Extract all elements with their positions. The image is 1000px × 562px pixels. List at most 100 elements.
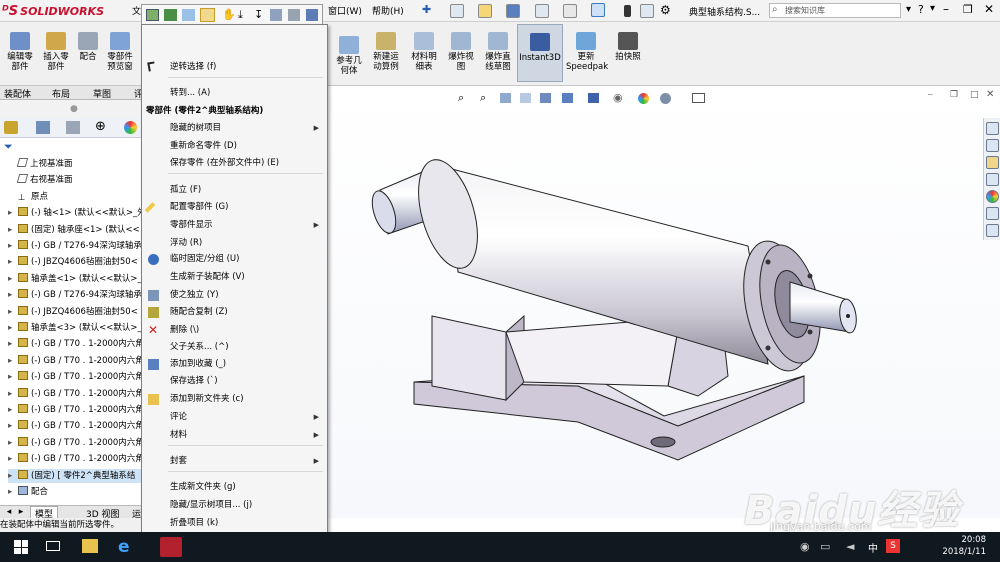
menu-item[interactable]: 临时固定/分组 (U) [142, 251, 327, 268]
expand-arrow-icon[interactable]: ▸ [8, 223, 18, 237]
network-icon[interactable]: ◉ [800, 540, 810, 553]
graphics-area[interactable]: ⌕ ⌕ ◉ ⎯ ❐ □ ✕ [328, 86, 1000, 518]
custom-properties-icon[interactable] [986, 207, 999, 220]
forum-icon[interactable] [986, 224, 999, 237]
menu-item[interactable]: 生成新文件夹 (g) [142, 479, 327, 496]
hide-icon[interactable]: ✋ [222, 8, 236, 21]
isolate-icon[interactable]: ↧ [254, 8, 263, 21]
properties-icon[interactable] [306, 9, 318, 21]
menu-item[interactable]: 配置零部件 (G) [142, 199, 327, 216]
edit-part-button[interactable]: 编辑零 部件 [3, 32, 37, 72]
expand-arrow-icon[interactable]: ▸ [8, 321, 18, 335]
ie-icon[interactable]: e [118, 537, 130, 557]
expand-arrow-icon[interactable]: ▸ [8, 288, 18, 302]
expand-arrow-icon[interactable]: ▸ [8, 255, 18, 269]
menu-item[interactable]: 父子关系... (^) [142, 339, 327, 356]
edit-part-context-icon[interactable] [146, 9, 159, 21]
file-explorer-icon[interactable] [986, 156, 999, 169]
rebuild-icon[interactable] [624, 5, 631, 17]
tree-item-part[interactable]: ▸ (-) GB / T70 . 1-2000内六角 [8, 419, 148, 433]
exploded-view-button[interactable]: 爆炸视 图 [443, 32, 479, 72]
restore-icon[interactable]: ❐ [963, 3, 973, 16]
tree-item-part[interactable]: ▸ (-) GB / T70 . 1-2000内六角 [8, 354, 148, 368]
expand-arrow-icon[interactable]: ▸ [8, 419, 18, 433]
instant3d-button[interactable]: Instant3D [517, 24, 563, 82]
menu-item[interactable]: 添加到新文件夹 (c) [142, 391, 327, 408]
menu-item[interactable]: 使之独立 (Y) [142, 287, 327, 304]
expand-arrow-icon[interactable]: ▸ [8, 206, 18, 220]
tree-item-part[interactable]: ▸ (-) GB / T70 . 1-2000内六角 [8, 452, 148, 466]
tab-scroll-left[interactable]: ◂ [4, 507, 14, 517]
tab-assembly[interactable]: 装配体 [4, 87, 31, 100]
search-input[interactable]: 搜索知识库 [769, 3, 901, 18]
dimxpert-tab-icon[interactable]: ⊕ [95, 119, 106, 134]
solidworks-taskbar-icon[interactable] [160, 537, 182, 557]
select-icon[interactable] [591, 3, 605, 17]
tree-item-origin[interactable]: ⊥ 原点 [8, 190, 148, 204]
sogou-icon[interactable]: S [886, 539, 900, 553]
ime-indicator[interactable]: 中 [868, 540, 878, 555]
search-dropdown-icon[interactable]: ▾ [906, 4, 911, 15]
tree-item-part[interactable]: ▸ 轴承盖<1> (默认<<默认>_ [8, 272, 148, 286]
design-library-icon[interactable] [986, 139, 999, 152]
tree-item-part[interactable]: ▸ (-) GB / T70 . 1-2000内六角 [8, 337, 148, 351]
tree-item-mates[interactable]: ▸ 配合 [8, 485, 148, 499]
expand-arrow-icon[interactable]: ▸ [8, 469, 18, 483]
snapshot-button[interactable]: 拍快照 [610, 32, 646, 62]
expand-arrow-icon[interactable]: ▸ [8, 485, 18, 499]
minimize-icon[interactable]: – [943, 2, 949, 16]
menu-item[interactable]: 随配合复制 (Z) [142, 304, 327, 321]
menu-item[interactable]: 浮动 (R) [142, 235, 327, 252]
tree-item-part[interactable]: ▸ (固定) [ 零件2^典型轴系结 [8, 468, 148, 483]
tree-item-part[interactable]: ▸ (-) GB / T276-94深沟球轴承 [8, 239, 148, 253]
mate-button[interactable]: 配合 [74, 32, 102, 62]
tree-item-part[interactable]: ▸ 轴承盖<3> (默认<<默认>_ [8, 321, 148, 335]
mate-context-icon[interactable] [270, 9, 282, 21]
file-props-icon[interactable] [640, 4, 654, 18]
menu-item[interactable]: 评论 ▶ [142, 409, 327, 426]
menu-item[interactable]: 保存零件 (在外部文件中) (E) [142, 155, 327, 172]
tree-item-part[interactable]: ▸ (-) GB / T70 . 1-2000内六角 [8, 387, 148, 401]
featuremanager-tab-icon[interactable] [4, 121, 18, 134]
expand-arrow-icon[interactable]: ▸ [8, 452, 18, 466]
explode-line-sketch-button[interactable]: 爆炸直 线草图 [480, 32, 516, 72]
expand-arrow-icon[interactable]: ▸ [8, 305, 18, 319]
panel-grip[interactable]: ● [70, 104, 78, 114]
menu-item[interactable]: 折叠项目 (k) [142, 515, 327, 532]
propertymanager-tab-icon[interactable] [36, 121, 50, 134]
display-manager-tab-icon[interactable] [124, 121, 137, 134]
appearances-icon[interactable] [986, 190, 999, 203]
file-explorer-taskbar-icon[interactable] [82, 539, 98, 553]
tree-item-part[interactable]: ▸ (-) JBZQ4606毡圈油封50< [8, 255, 148, 269]
menu-item[interactable]: 转到... (A) [142, 85, 327, 102]
menu-item[interactable]: 封套 ▶ [142, 453, 327, 470]
clock[interactable]: 20:08 2018/1/11 [942, 534, 986, 558]
menu-item[interactable]: 材料 ▶ [142, 427, 327, 444]
expand-arrow-icon[interactable]: ▸ [8, 239, 18, 253]
solidworks-logo[interactable]: ᴰS SOLIDWORKS [2, 3, 104, 19]
reference-geometry-button[interactable]: 参考几 何体 [332, 36, 366, 76]
expand-arrow-icon[interactable]: ▸ [8, 272, 18, 286]
tab-layout[interactable]: 布局 [52, 87, 70, 100]
help-dropdown-icon[interactable]: ▾ [930, 3, 935, 14]
expand-arrow-icon[interactable]: ▸ [8, 403, 18, 417]
tree-item-part[interactable]: ▸ (-) GB / T70 . 1-2000内六角 [8, 403, 148, 417]
tab-scroll-right[interactable]: ▸ [16, 507, 26, 517]
menu-item-help[interactable]: 帮助(H) [372, 4, 404, 17]
insert-part-button[interactable]: 插入零 部件 [39, 32, 73, 72]
menu-item[interactable]: 逆转选择 (f) [142, 59, 327, 76]
task-view-icon[interactable] [46, 541, 60, 551]
tree-item-part[interactable]: ▸ (-) 轴<1> (默认<<默认>_外 [8, 206, 148, 220]
pin-icon[interactable]: ✚ [422, 3, 431, 16]
tree-item-part[interactable]: ▸ (固定) 轴承座<1> (默认<< [8, 223, 148, 237]
edit-icon[interactable] [200, 8, 215, 22]
open-icon[interactable] [478, 4, 492, 18]
expand-arrow-icon[interactable]: ▸ [8, 370, 18, 384]
expand-arrow-icon[interactable]: ▸ [8, 337, 18, 351]
menu-item[interactable]: 添加到收藏 (_) [142, 356, 327, 373]
tree-item-part[interactable]: ▸ (-) JBZQ4606毡圈油封50< [8, 305, 148, 319]
expand-arrow-icon[interactable]: ▸ [8, 436, 18, 450]
home-icon[interactable] [986, 122, 999, 135]
paperclip-icon[interactable] [288, 9, 300, 21]
expand-arrow-icon[interactable]: ▸ [8, 387, 18, 401]
